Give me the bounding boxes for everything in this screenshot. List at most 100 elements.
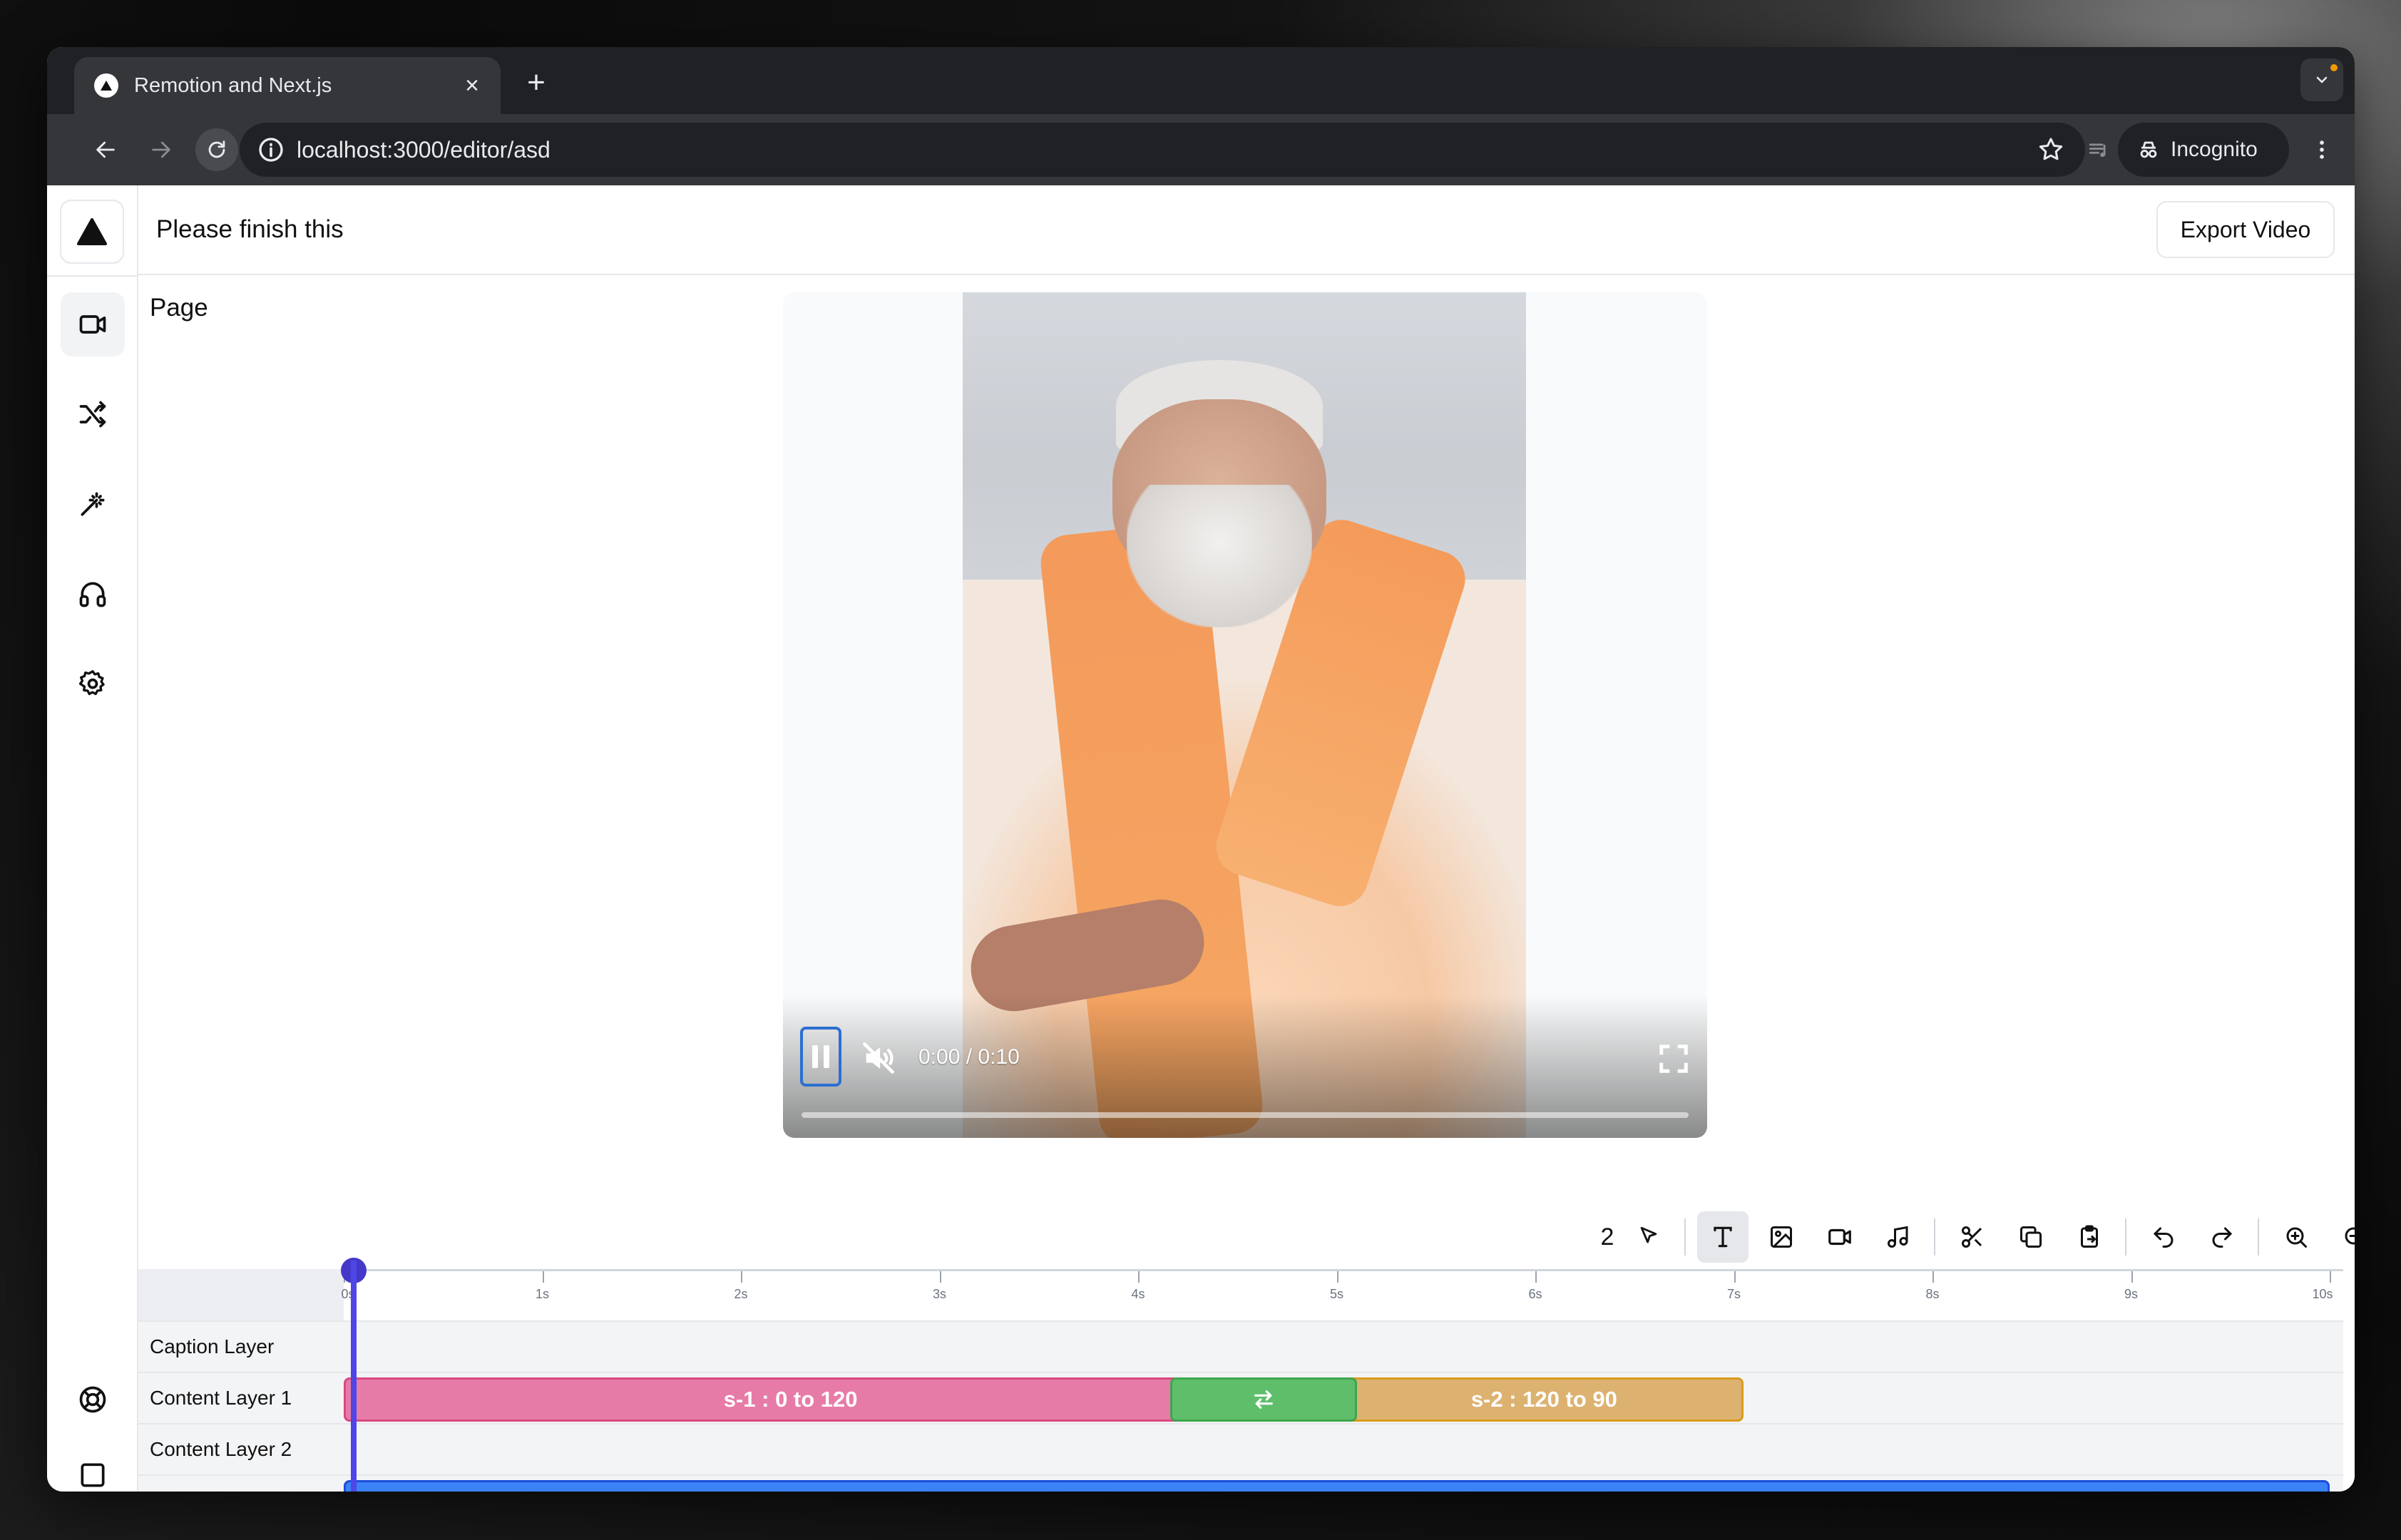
ruler-tick	[2131, 1271, 2133, 1283]
layer-lane[interactable]: s-1 : 0 to 120 s-2 : 120 to 90	[344, 1373, 2343, 1423]
toolbar-divider	[1934, 1218, 1935, 1256]
back-button[interactable]	[84, 128, 127, 171]
tab-close-icon[interactable]: ×	[458, 72, 486, 100]
incognito-indicator[interactable]: Incognito	[2118, 123, 2289, 177]
muted-speaker-icon	[863, 1042, 894, 1074]
scissors-icon	[1962, 1226, 1982, 1248]
nextjs-favicon-icon	[94, 73, 118, 98]
undo-button[interactable]	[2138, 1211, 2189, 1263]
timeline-clip[interactable]: s-audi : 0 to 300	[344, 1480, 2330, 1492]
ruler-tick-label: 10s	[2312, 1287, 2333, 1301]
timeline-ruler[interactable]: 0s 1s 2s 3s 4s 5s 6s 7s 8s 9s 10s	[341, 1269, 2343, 1320]
browser-window: Remotion and Next.js × + localhost:3000/…	[47, 47, 2355, 1492]
video-player[interactable]: 0:00 / 0:10	[783, 292, 1707, 1138]
ruler-tick-label: 7s	[1726, 1287, 1741, 1301]
text-tool-button[interactable]	[1697, 1211, 1749, 1263]
timeline-clip[interactable]: s-1 : 0 to 120	[344, 1377, 1238, 1422]
pointer-tool-button[interactable]	[1623, 1211, 1674, 1263]
app-logo[interactable]	[60, 200, 124, 264]
browser-menu-button[interactable]	[2300, 128, 2343, 171]
page-label: Page	[150, 294, 208, 322]
editor-header: Please finish this Export Video	[138, 185, 2355, 275]
notification-dot	[2330, 64, 2338, 71]
rail-audio-button[interactable]	[61, 562, 125, 626]
zoom-out-icon	[2345, 1227, 2355, 1245]
video-tool-button[interactable]	[1814, 1211, 1865, 1263]
ruler-tick	[741, 1271, 742, 1283]
pause-button[interactable]	[800, 1027, 841, 1087]
left-rail	[47, 185, 138, 1492]
ruler-tick-label: 5s	[1329, 1287, 1344, 1301]
address-bar[interactable]: localhost:3000/editor/asd	[240, 123, 2085, 177]
paste-icon	[2081, 1225, 2098, 1248]
audio-tool-button[interactable]	[1873, 1211, 1924, 1263]
ruler-tick	[939, 1271, 941, 1283]
playhead[interactable]	[350, 1261, 357, 1492]
toolbar-divider	[2258, 1218, 2259, 1256]
help-lifebuoy-icon	[79, 1386, 106, 1413]
layer-lane[interactable]	[344, 1322, 2343, 1372]
clip-label: s-1 : 0 to 120	[723, 1387, 858, 1412]
redo-icon	[2212, 1227, 2233, 1248]
reload-button[interactable]	[195, 128, 238, 171]
zoom-out-button[interactable]	[2329, 1211, 2355, 1263]
frame-beard	[1127, 485, 1312, 627]
site-info-icon[interactable]	[257, 135, 285, 170]
ruler-tick-label: 9s	[2124, 1287, 2139, 1301]
copy-button[interactable]	[2005, 1211, 2057, 1263]
layer-lane[interactable]: s-audi : 0 to 300	[344, 1476, 2343, 1492]
selection-count: 2	[1600, 1223, 1614, 1251]
rail-help-button[interactable]	[61, 1367, 125, 1432]
split-button[interactable]	[1947, 1211, 1998, 1263]
bookmark-star-icon[interactable]	[2037, 135, 2065, 170]
transition-clip[interactable]	[1170, 1377, 1358, 1422]
url-text: localhost:3000/editor/asd	[297, 136, 551, 163]
media-control-button[interactable]	[2078, 128, 2121, 171]
headphones-icon	[79, 582, 106, 607]
pointer-icon	[1640, 1226, 1657, 1243]
ruler-tick	[1535, 1271, 1537, 1283]
zoom-in-icon	[2286, 1227, 2307, 1248]
ruler-tick-label: 2s	[734, 1287, 748, 1301]
music-icon	[1888, 1226, 1908, 1248]
seek-bar[interactable]	[802, 1112, 1689, 1118]
square-icon	[81, 1463, 105, 1487]
tab-title: Remotion and Next.js	[134, 73, 332, 97]
ruler-tick	[1138, 1271, 1140, 1283]
timeline-label-header	[138, 1269, 344, 1320]
ruler-tick-label: 6s	[1528, 1287, 1542, 1301]
redo-button[interactable]	[2196, 1211, 2248, 1263]
ruler-tick	[1734, 1271, 1736, 1283]
ruler-tick-label: 8s	[1925, 1287, 1940, 1301]
rail-effects-button[interactable]	[61, 472, 125, 536]
rail-layout-button[interactable]	[61, 1443, 125, 1492]
layer-lane[interactable]	[344, 1424, 2343, 1474]
paste-button[interactable]	[2064, 1211, 2115, 1263]
image-icon	[1771, 1226, 1792, 1248]
layer-label: Content Layer 1	[138, 1373, 344, 1423]
rail-video-button[interactable]	[61, 292, 125, 356]
browser-tab[interactable]: Remotion and Next.js ×	[74, 57, 501, 114]
rail-divider	[47, 275, 138, 277]
mute-button[interactable]	[860, 1040, 897, 1080]
swap-arrows-icon	[1254, 1390, 1274, 1409]
ruler-tick-label: 1s	[535, 1287, 550, 1301]
clip-label: s-audi : 0 to 300	[1253, 1489, 1420, 1492]
player-timecode: 0:00 / 0:10	[918, 1045, 1020, 1069]
tab-search-button[interactable]	[2300, 58, 2343, 101]
timeline[interactable]: 0s 1s 2s 3s 4s 5s 6s 7s 8s 9s 10s Caption Layer Con…	[138, 1258, 2343, 1492]
pause-icon	[812, 1045, 829, 1068]
forward-button[interactable]	[140, 128, 183, 171]
new-tab-button[interactable]: +	[516, 63, 556, 103]
fullscreen-button[interactable]	[1657, 1042, 1690, 1079]
image-tool-button[interactable]	[1756, 1211, 1807, 1263]
editor-app: Please finish this Export Video Page 0:0…	[47, 185, 2355, 1492]
shuffle-icon	[79, 401, 106, 428]
rail-transitions-button[interactable]	[61, 382, 125, 446]
ruler-tick-label: 4s	[1131, 1287, 1145, 1301]
kebab-menu-icon	[2320, 140, 2324, 159]
rail-settings-button[interactable]	[61, 652, 125, 716]
timeline-layer-row: Audio Layer s-audi : 0 to 300	[138, 1474, 2343, 1492]
export-video-button[interactable]: Export Video	[2156, 201, 2335, 258]
zoom-in-button[interactable]	[2271, 1211, 2322, 1263]
